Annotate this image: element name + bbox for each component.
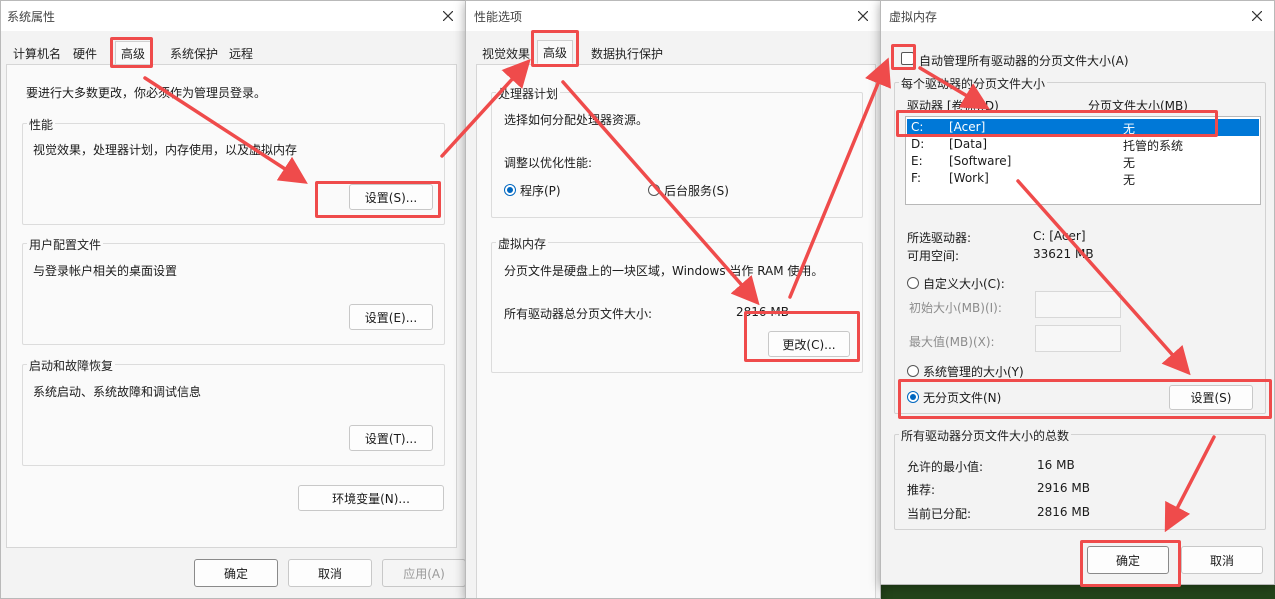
arrow [918,66,991,110]
arrow [561,80,760,306]
arrow [1016,179,1191,376]
arrow [440,58,531,158]
arrow [1164,435,1216,533]
arrow [788,57,891,299]
arrow [143,76,308,184]
annotation-arrows [143,57,1216,533]
